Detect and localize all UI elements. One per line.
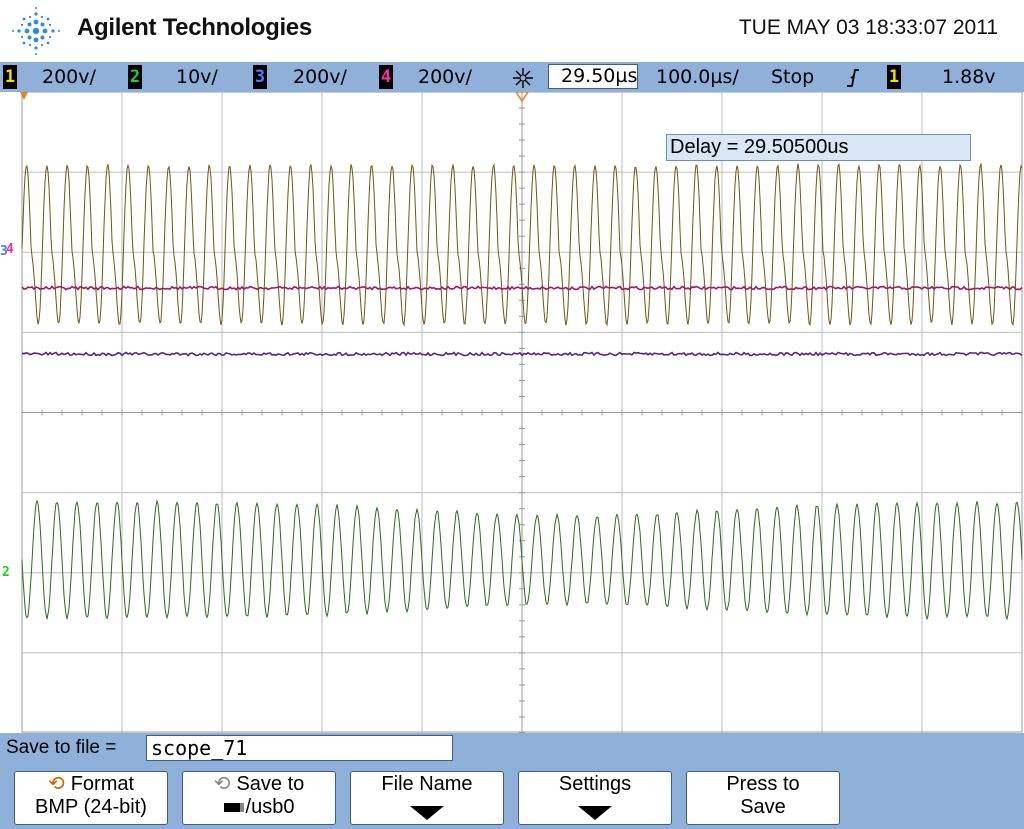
format-softkey[interactable]: ⟲ Format BMP (24-bit): [14, 771, 168, 825]
channel-1-scale[interactable]: 200ⅴ/: [42, 64, 96, 90]
rotate-arrow-icon: ⟲: [213, 773, 231, 795]
save-panel: Save to file = scope_71 ⟲ Format BMP (24-…: [0, 733, 1024, 829]
file-name-label: File Name: [381, 773, 473, 795]
channel-2-scale[interactable]: 10ⅴ/: [176, 64, 218, 90]
channel-2-badge[interactable]: 2: [128, 65, 142, 89]
filename-field[interactable]: scope_71: [146, 735, 453, 761]
channel-3-scale[interactable]: 200ⅴ/: [293, 64, 347, 90]
status-bar: 1 200ⅴ/ 2 10ⅴ/ 3 200ⅴ/ 4 200ⅴ/ 29.50µs 1…: [0, 62, 1024, 92]
left-time-reference-marker: [20, 92, 28, 100]
settings-softkey[interactable]: Settings: [518, 771, 672, 825]
save-to-file-label: Save to file =: [6, 737, 117, 758]
agilent-spark-logo-icon: [12, 7, 60, 55]
press-to-save-softkey[interactable]: Press to Save: [686, 771, 840, 825]
trigger-source-badge[interactable]: 1: [887, 65, 901, 89]
press-to-save-line1: Press to: [726, 773, 800, 795]
channel-2-ground-marker: 2: [2, 565, 10, 580]
save-to-value: /usb0: [245, 796, 295, 818]
format-value: BMP (24-bit): [35, 796, 147, 818]
settings-label: Settings: [558, 773, 632, 795]
usb-drive-icon: [223, 803, 244, 813]
channel-4-badge[interactable]: 4: [379, 65, 393, 89]
channel-4-scale[interactable]: 200ⅴ/: [418, 64, 472, 90]
waveform-graticule: [20, 92, 1023, 733]
save-to-softkey[interactable]: ⟲ Save to /usb0: [182, 771, 336, 825]
press-to-save-line2: Save: [740, 796, 786, 818]
channel-1-badge[interactable]: 1: [3, 65, 17, 89]
format-label: Format: [70, 773, 135, 795]
run-state[interactable]: Stop: [771, 64, 814, 90]
down-arrow-icon: [578, 806, 612, 820]
save-to-label: Save to: [236, 773, 305, 795]
delay-field[interactable]: 29.50µs: [548, 64, 638, 89]
rotate-arrow-icon: ⟲: [47, 773, 65, 795]
waveform-display: 3 4 2 Delay = 29.50500us: [0, 92, 1024, 733]
down-arrow-icon: [410, 806, 444, 820]
delay-value: 29.50µs: [561, 65, 638, 87]
channel-4-ground-marker: 4: [6, 242, 14, 257]
horizontal-delay-icon: [513, 68, 533, 88]
header: Agilent Technologies TUE MAY 03 18:33:07…: [0, 0, 1024, 62]
delay-readout: Delay = 29.50500us: [666, 134, 971, 161]
timebase-scale[interactable]: 100.0µs/: [656, 64, 739, 90]
file-name-softkey[interactable]: File Name: [350, 771, 504, 825]
channel-3-badge[interactable]: 3: [253, 65, 267, 89]
trigger-level[interactable]: 1.88ⅴ: [942, 64, 996, 90]
brand-name: Agilent Technologies: [77, 14, 312, 41]
date-time: TUE MAY 03 18:33:07 2011: [738, 16, 998, 39]
rising-edge-icon: [847, 69, 859, 87]
